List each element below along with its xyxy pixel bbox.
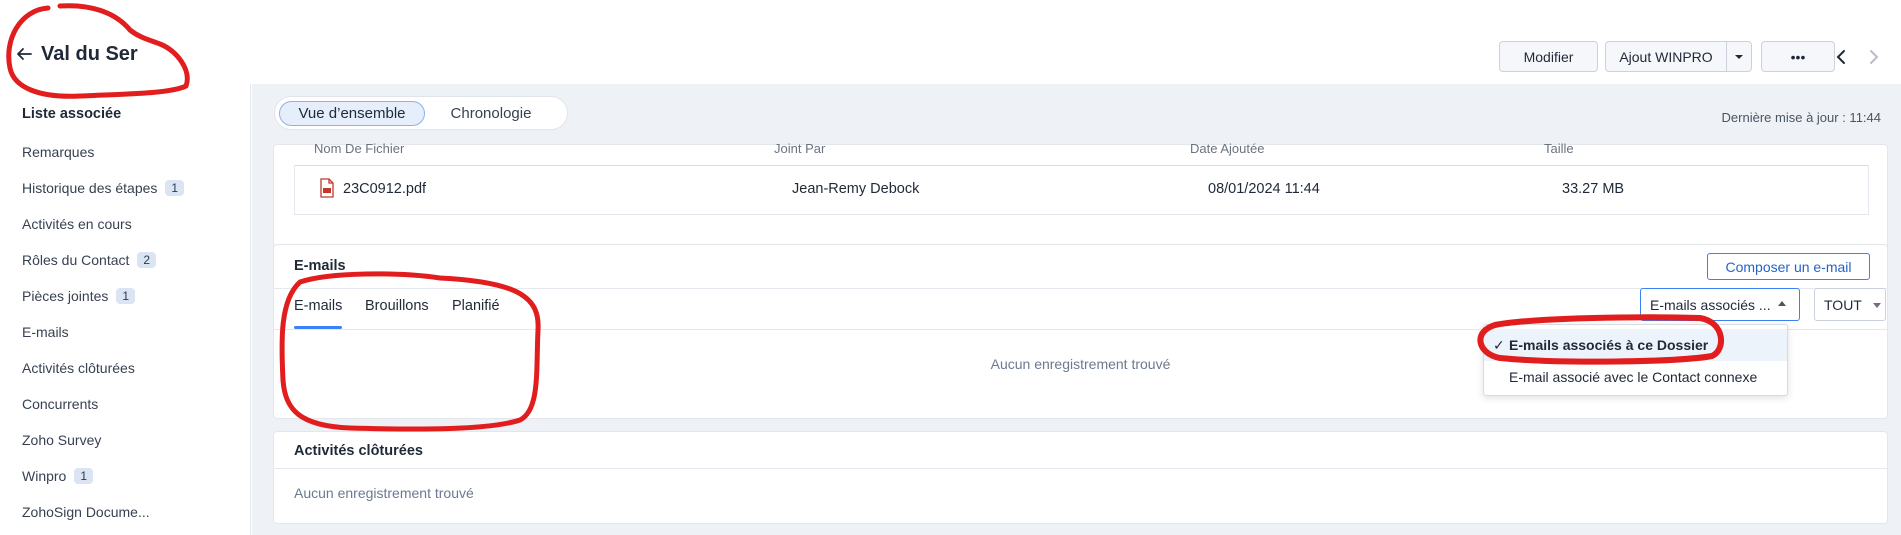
tab-brouillons[interactable]: Brouillons bbox=[365, 298, 429, 314]
sidebar-item-label: ZohoSign Docume... bbox=[22, 504, 150, 520]
column-header: Date Ajoutée bbox=[1190, 141, 1265, 156]
sidebar-item-label: Rôles du Contact bbox=[22, 252, 130, 268]
email-filter-dropdown: ✓ E-mails associés à ce Dossier E-mail a… bbox=[1483, 324, 1788, 396]
main-content: Vue d’ensemble Chronologie Dernière mise… bbox=[252, 84, 1901, 535]
caret-up-icon bbox=[1778, 301, 1786, 306]
sidebar-item-pieces-jointes[interactable]: Pièces jointes 1 bbox=[22, 285, 136, 307]
sidebar-item-label: E-mails bbox=[22, 324, 69, 340]
sidebar-item-winpro[interactable]: Winpro 1 bbox=[22, 465, 94, 487]
tab-planifie[interactable]: Planifié bbox=[452, 298, 500, 314]
view-tabs: Vue d’ensemble Chronologie bbox=[274, 96, 568, 130]
sidebar-item-concurrents[interactable]: Concurrents bbox=[22, 393, 98, 415]
count-badge: 2 bbox=[137, 252, 157, 268]
sidebar-item-label: Activités clôturées bbox=[22, 360, 135, 376]
email-filter-select[interactable]: E-mails associés ... bbox=[1640, 288, 1800, 321]
divider bbox=[274, 468, 1887, 469]
file-name-link[interactable]: 23C0912.pdf bbox=[343, 181, 426, 197]
sidebar-item-roles-contact[interactable]: Rôles du Contact 2 bbox=[22, 249, 157, 271]
emails-section-title: E-mails bbox=[294, 258, 346, 274]
sidebar-item-zoho-survey[interactable]: Zoho Survey bbox=[22, 429, 101, 451]
tab-emails[interactable]: E-mails bbox=[294, 298, 342, 314]
file-size: 33.27 MB bbox=[1562, 181, 1625, 197]
record-title: Val du Ser bbox=[41, 43, 138, 65]
count-badge: 1 bbox=[116, 288, 136, 304]
sidebar-item-label: Zoho Survey bbox=[22, 432, 102, 448]
modifier-button[interactable]: Modifier bbox=[1499, 41, 1598, 72]
date-added: 08/01/2024 11:44 bbox=[1208, 181, 1320, 197]
closed-activities-card: Activités clôturées Aucun enregistrement… bbox=[273, 431, 1888, 524]
tab-overview[interactable]: Vue d’ensemble bbox=[279, 101, 425, 126]
sidebar-item-label: Pièces jointes bbox=[22, 288, 109, 304]
caret-down-icon bbox=[1873, 303, 1881, 308]
column-header: Taille bbox=[1544, 141, 1574, 156]
attached-by: Jean-Remy Debock bbox=[792, 181, 920, 197]
column-header: Nom De Fichier bbox=[314, 141, 405, 156]
sidebar-item-zohosign[interactable]: ZohoSign Docume... bbox=[22, 501, 150, 523]
more-actions-button[interactable]: ••• bbox=[1761, 41, 1835, 72]
sidebar-item-activites-cloturees[interactable]: Activités clôturées bbox=[22, 357, 135, 379]
sidebar-item-label: Concurrents bbox=[22, 396, 99, 412]
column-header: Joint Par bbox=[774, 141, 826, 156]
previous-record-icon[interactable] bbox=[1830, 46, 1854, 68]
sidebar-item-label: Remarques bbox=[22, 144, 95, 160]
sidebar-item-remarques[interactable]: Remarques bbox=[22, 141, 94, 163]
closed-activities-title: Activités clôturées bbox=[294, 443, 423, 459]
sidebar-heading: Liste associée bbox=[22, 106, 122, 122]
ajout-winpro-dropdown[interactable] bbox=[1726, 41, 1752, 72]
sidebar-item-activites-en-cours[interactable]: Activités en cours bbox=[22, 213, 132, 235]
compose-email-button[interactable]: Composer un e-mail bbox=[1707, 253, 1870, 280]
sidebar-item-label: Winpro bbox=[22, 468, 67, 484]
pdf-file-icon bbox=[320, 178, 334, 198]
dropdown-option-label: E-mail associé avec le Contact connexe bbox=[1509, 369, 1758, 385]
ajout-winpro-button[interactable]: Ajout WINPRO bbox=[1605, 41, 1727, 72]
record-header: Val du Ser Modifier Ajout WINPRO ••• bbox=[0, 0, 1901, 84]
sidebar-item-historique[interactable]: Historique des étapes 1 bbox=[22, 177, 185, 199]
last-update-text: Dernière mise à jour : 11:44 bbox=[1721, 110, 1881, 125]
dropdown-option-dossier[interactable]: ✓ E-mails associés à ce Dossier bbox=[1484, 329, 1787, 361]
sidebar-item-label: Historique des étapes bbox=[22, 180, 158, 196]
back-arrow-icon[interactable] bbox=[14, 44, 34, 64]
table-row: 23C0912.pdf Jean-Remy Debock 08/01/2024 … bbox=[294, 165, 1869, 215]
sidebar-item-emails[interactable]: E-mails bbox=[22, 321, 69, 343]
dropdown-option-contact[interactable]: E-mail associé avec le Contact connexe bbox=[1484, 361, 1787, 393]
dropdown-option-label: E-mails associés à ce Dossier bbox=[1509, 337, 1709, 353]
related-list-sidebar: Liste associée Remarques Historique des … bbox=[0, 84, 251, 535]
empty-state-text: Aucun enregistrement trouvé bbox=[294, 485, 474, 501]
sidebar-item-label: Activités en cours bbox=[22, 216, 132, 232]
next-record-icon[interactable] bbox=[1861, 46, 1885, 68]
checkmark-icon: ✓ bbox=[1493, 336, 1505, 353]
count-badge: 1 bbox=[74, 468, 94, 484]
tab-chronology[interactable]: Chronologie bbox=[431, 101, 551, 126]
count-badge: 1 bbox=[165, 180, 185, 196]
attachments-header-row: Nom De Fichier Joint Par Date Ajoutée Ta… bbox=[294, 141, 1869, 163]
caret-down-icon bbox=[1735, 54, 1743, 59]
